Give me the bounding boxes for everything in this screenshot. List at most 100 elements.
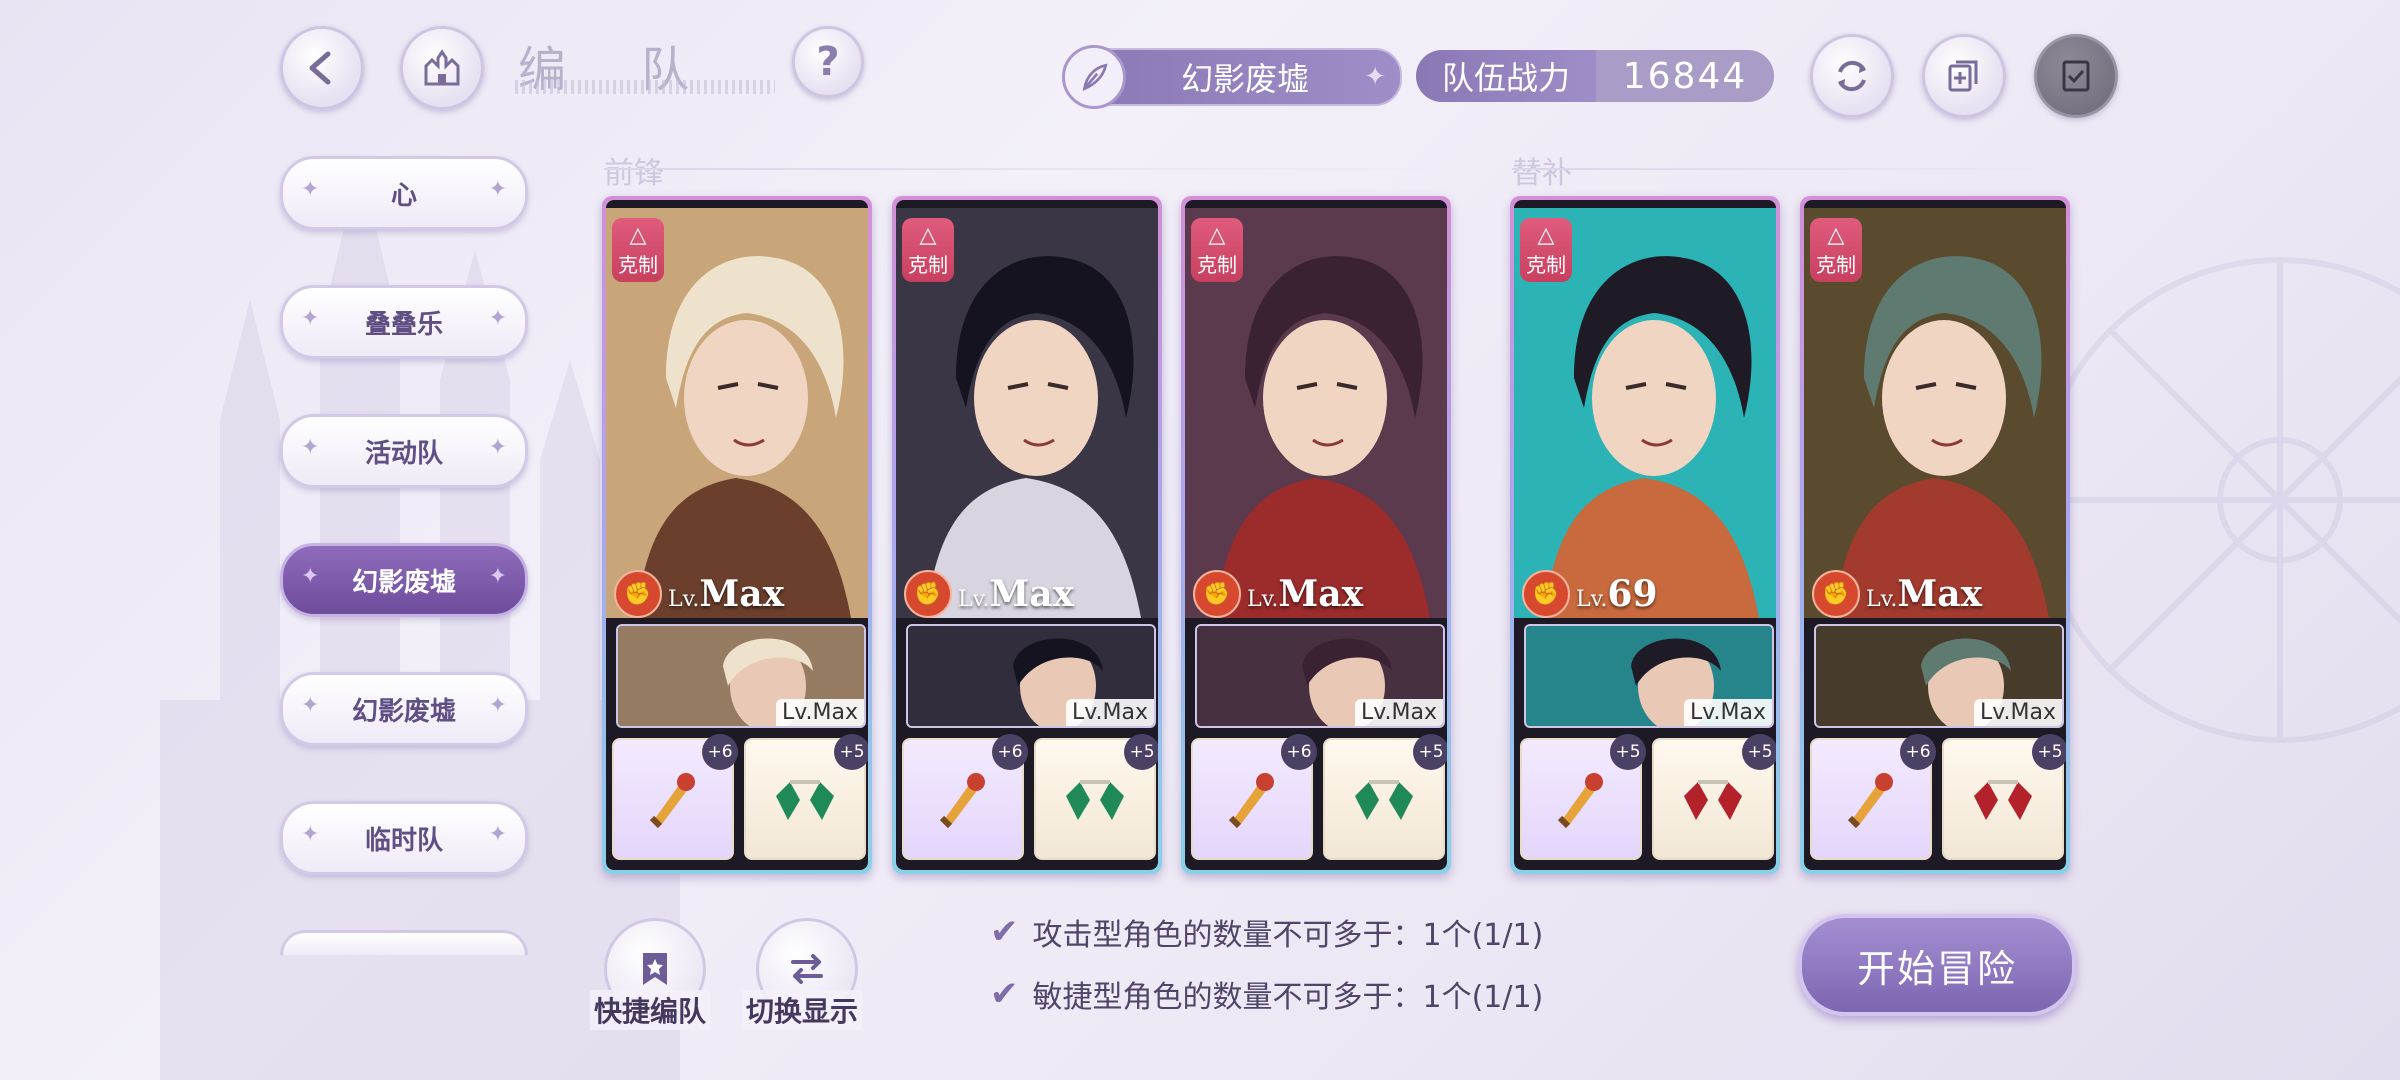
sparkle-icon: ✦: [301, 822, 320, 847]
support-card[interactable]: Lv.Max: [1524, 624, 1774, 728]
level-text: Lv.Max: [958, 573, 1074, 615]
equipment-slot-gem[interactable]: +5: [744, 734, 868, 860]
gem-icon: [1974, 780, 2032, 820]
triangle-icon: △: [1537, 223, 1555, 248]
enhance-level: +6: [702, 734, 738, 770]
rule-attack: ✔ 攻击型角色的数量不可多于：1个(1/1): [990, 910, 1543, 954]
home-button[interactable]: [400, 26, 484, 110]
equipment-row: +6 +5: [1810, 734, 2066, 860]
support-card[interactable]: Lv.Max: [1195, 624, 1445, 728]
equipment-row: +5 +5: [1520, 734, 1776, 860]
swap-icon: [791, 954, 823, 984]
level-line: ✊ Lv.Max: [904, 570, 1074, 618]
character-card-3[interactable]: △ 克制 ✊ Lv.69 Lv.Max +5 +5: [1510, 196, 1780, 874]
team-power-label: 队伍战力: [1416, 50, 1596, 102]
team-tab-2[interactable]: ✦ 活动队 ✦: [280, 414, 528, 488]
rule-agility: ✔ 敏捷型角色的数量不可多于：1个(1/1): [990, 972, 1543, 1016]
support-card[interactable]: Lv.Max: [616, 624, 866, 728]
gem-icon: [1684, 780, 1742, 820]
quick-team-label: 快捷编队: [590, 990, 711, 1030]
section-bench-label: 替补: [1512, 156, 1572, 191]
level-prefix: Lv.: [958, 587, 990, 612]
triangle-icon: △: [1208, 223, 1226, 248]
copy-team-button[interactable]: [1922, 34, 2006, 118]
support-card[interactable]: Lv.Max: [906, 624, 1156, 728]
level-line: ✊ Lv.Max: [1193, 570, 1363, 618]
enhance-level: +5: [1742, 734, 1776, 770]
support-card[interactable]: Lv.Max: [1814, 624, 2064, 728]
equipment-slot-gem[interactable]: +5: [1034, 734, 1158, 860]
team-tab-label: 叠叠乐: [364, 309, 443, 340]
card-inner: △ 克制 ✊ Lv.Max Lv.Max +6 +5: [606, 200, 868, 870]
team-tab-partial[interactable]: [280, 930, 528, 955]
sparkle-icon: ✦: [301, 306, 320, 331]
confirm-team-button[interactable]: [2034, 34, 2118, 118]
equipment-slot-weapon[interactable]: +6: [1191, 734, 1317, 860]
level-text: Lv.Max: [1866, 573, 1982, 615]
level-prefix: Lv.: [1576, 587, 1608, 612]
equipment-slot-weapon[interactable]: +6: [1810, 734, 1936, 860]
card-inner: △ 克制 ✊ Lv.69 Lv.Max +5 +5: [1514, 200, 1776, 870]
equipment-slot-gem[interactable]: +5: [1942, 734, 2066, 860]
element-icon: ✊: [1522, 570, 1570, 618]
level-text: Lv.69: [1576, 573, 1658, 615]
counter-badge-text: 克制: [1526, 253, 1566, 277]
level-prefix: Lv.: [668, 587, 700, 612]
character-card-1[interactable]: △ 克制 ✊ Lv.Max Lv.Max +6 +5: [892, 196, 1162, 874]
support-level: Lv.Max: [775, 699, 864, 726]
help-icon: ?: [816, 39, 840, 85]
team-tab-label: 活动队: [364, 438, 443, 469]
character-card-4[interactable]: △ 克制 ✊ Lv.Max Lv.Max +6 +5: [1800, 196, 2070, 874]
check-icon: ✔: [990, 974, 1019, 1014]
weapon-icon: [1228, 773, 1274, 829]
team-tab-1[interactable]: ✦ 叠叠乐 ✦: [280, 285, 528, 359]
counter-badge-text: 克制: [1816, 253, 1856, 277]
level-text: Lv.Max: [1247, 573, 1363, 615]
character-card-0[interactable]: △ 克制 ✊ Lv.Max Lv.Max +6 +5: [602, 196, 872, 874]
card-inner: △ 克制 ✊ Lv.Max Lv.Max +6 +5: [1185, 200, 1447, 870]
level-prefix: Lv.: [1247, 587, 1279, 612]
enhance-level: +6: [1900, 734, 1936, 770]
character-card-2[interactable]: △ 克制 ✊ Lv.Max Lv.Max +6 +5: [1181, 196, 1451, 874]
sparkle-icon: ✦: [488, 306, 507, 331]
check-icon: ✔: [990, 912, 1019, 952]
team-tab-4[interactable]: ✦ 幻影废墟 ✦: [280, 672, 528, 746]
team-power: 队伍战力 16844: [1416, 50, 1774, 102]
level-line: ✊ Lv.Max: [614, 570, 784, 618]
level-value: 69: [1607, 573, 1658, 615]
toggle-display-label: 切换显示: [742, 990, 863, 1030]
enhance-level: +6: [1281, 734, 1317, 770]
section-bench-divider: [1512, 168, 2072, 170]
back-button[interactable]: [280, 26, 364, 110]
equipment-slot-weapon[interactable]: +6: [902, 734, 1028, 860]
support-level: Lv.Max: [1354, 699, 1443, 726]
counter-badge: △ 克制: [612, 218, 664, 282]
sparkle-icon: ✦: [488, 435, 507, 460]
rule-agility-text: 敏捷型角色的数量不可多于：1个(1/1): [1032, 980, 1544, 1015]
triangle-icon: △: [1827, 223, 1845, 248]
equipment-row: +6 +5: [1191, 734, 1447, 860]
card-inner: △ 克制 ✊ Lv.Max Lv.Max +6 +5: [896, 200, 1158, 870]
team-tab-5[interactable]: ✦ 临时队 ✦: [280, 801, 528, 875]
start-adventure-button[interactable]: 开始冒险: [1798, 914, 2076, 1016]
equipment-slot-gem[interactable]: +5: [1652, 734, 1776, 860]
equipment-slot-weapon[interactable]: +6: [612, 734, 738, 860]
card-inner: △ 克制 ✊ Lv.Max Lv.Max +6 +5: [1804, 200, 2066, 870]
weapon-icon: [1557, 773, 1603, 829]
element-icon: ✊: [1193, 570, 1241, 618]
help-button[interactable]: ?: [792, 26, 864, 98]
triangle-icon: △: [919, 223, 937, 248]
team-tab-0[interactable]: ✦ 心 ✦: [280, 156, 528, 230]
weapon-icon: [649, 773, 695, 829]
rule-attack-text: 攻击型角色的数量不可多于：1个(1/1): [1032, 918, 1544, 953]
equipment-slot-weapon[interactable]: +5: [1520, 734, 1646, 860]
team-tab-3[interactable]: ✦ 幻影废墟 ✦: [280, 543, 528, 617]
enhance-level: +5: [834, 734, 868, 770]
sparkle-icon: ✦: [301, 564, 320, 589]
sparkle-icon: ✦: [488, 693, 507, 718]
equipment-slot-gem[interactable]: +5: [1323, 734, 1447, 860]
enhance-level: +5: [1124, 734, 1158, 770]
refresh-button[interactable]: [1810, 34, 1894, 118]
mode-selector[interactable]: 幻影废墟 ✦: [1062, 45, 1402, 109]
counter-badge: △ 克制: [902, 218, 954, 282]
